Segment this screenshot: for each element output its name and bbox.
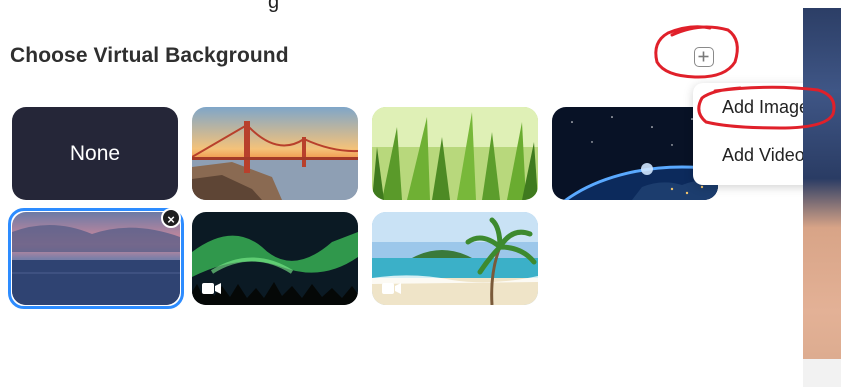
selected-background-outline xyxy=(8,208,184,309)
cropped-heading-text: g xyxy=(268,0,280,13)
video-camera-icon xyxy=(202,283,221,294)
video-preview-panel xyxy=(803,8,841,387)
close-icon: × xyxy=(167,212,175,227)
menu-item-add-image[interactable]: Add Image xyxy=(722,97,809,118)
background-beach-video[interactable] xyxy=(372,212,538,305)
plus-icon xyxy=(698,51,709,62)
background-aurora-video[interactable] xyxy=(192,212,358,305)
video-camera-icon xyxy=(382,283,401,294)
remove-background-button[interactable]: × xyxy=(161,208,181,228)
background-grass[interactable] xyxy=(372,107,538,200)
golden-gate-image xyxy=(192,107,358,200)
page-title: Choose Virtual Background xyxy=(10,44,289,67)
background-golden-gate[interactable] xyxy=(192,107,358,200)
menu-item-add-video[interactable]: Add Video xyxy=(722,145,805,166)
grass-image xyxy=(372,107,538,200)
add-background-button[interactable] xyxy=(694,47,714,67)
background-none[interactable]: None xyxy=(12,107,178,200)
background-none-label: None xyxy=(69,141,121,165)
